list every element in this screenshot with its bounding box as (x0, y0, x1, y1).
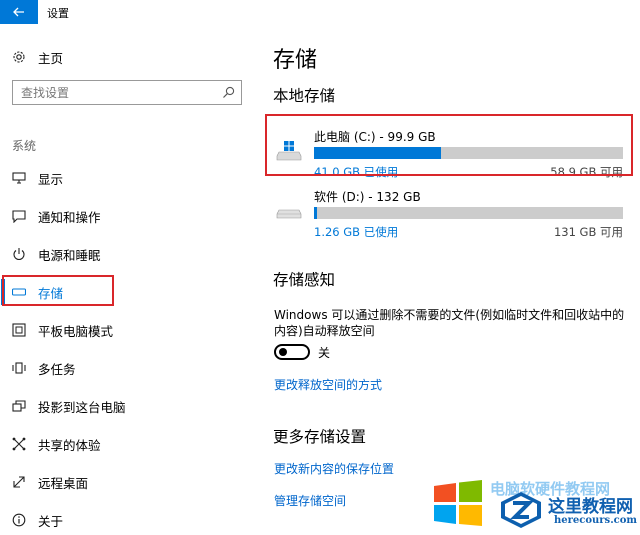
share-icon (11, 436, 27, 452)
drive-used: 1.26 GB 已使用 (314, 225, 399, 239)
search-icon[interactable] (222, 86, 235, 99)
search-input[interactable] (13, 81, 213, 104)
sidebar-item-tablet-mode[interactable]: 平板电脑模式 (0, 313, 252, 347)
remote-desktop-icon (11, 474, 27, 490)
notification-icon (11, 208, 27, 224)
back-arrow-icon (13, 7, 24, 17)
watermark: 电脑软硬件教程网 这里教程网 herecours.com (432, 476, 638, 532)
gear-icon (11, 49, 27, 65)
sidebar-item-notifications[interactable]: 通知和操作 (0, 199, 252, 233)
info-icon (11, 512, 27, 528)
sidebar-item-label: 通知和操作 (38, 209, 101, 225)
toggle-state-label: 关 (318, 346, 331, 360)
search-box (12, 80, 242, 105)
change-save-location-link[interactable]: 更改新内容的保存位置 (274, 460, 394, 477)
watermark-brand: 这里教程网 (548, 497, 633, 517)
highlight-box-drive-c (265, 114, 633, 176)
multitask-icon (11, 360, 27, 376)
title-bar: 设置 (0, 0, 640, 24)
drive-d[interactable]: 软件 (D:) - 132 GB 1.26 GB 已使用 131 GB 可用 (270, 188, 630, 240)
sidebar-item-label: 平板电脑模式 (38, 323, 114, 339)
drive-icon (276, 209, 302, 219)
sidebar-item-label: 显示 (38, 171, 64, 187)
sidebar: 主页 系统 显示 通知和操作 电源和睡眠 存储 (0, 24, 252, 535)
sidebar-item-label: 投影到这台电脑 (38, 399, 126, 415)
sidebar-item-label: 关于 (38, 513, 64, 529)
watermark-url: herecours.com (554, 515, 638, 526)
main-content: 存储 本地存储 此电脑 (C:) - 99.9 GB 41.0 GB 已使用 5… (252, 24, 640, 535)
usage-bar-fill (314, 207, 318, 219)
sidebar-item-multitasking[interactable]: 多任务 (0, 351, 252, 385)
change-free-space-link[interactable]: 更改释放空间的方式 (274, 376, 382, 393)
drive-available: 131 GB 可用 (553, 225, 623, 239)
toggle-knob (279, 348, 287, 356)
storage-sense-toggle[interactable] (274, 344, 310, 360)
sidebar-item-label: 电源和睡眠 (38, 247, 101, 263)
storage-sense-description: Windows 可以通过删除不需要的文件(例如临时文件和回收站中的内容)自动释放… (274, 308, 625, 338)
display-icon (11, 170, 27, 186)
section-heading-local-storage: 本地存储 (273, 87, 336, 105)
sidebar-item-about[interactable]: 关于 (0, 503, 252, 535)
usage-bar (314, 207, 623, 219)
sidebar-item-remote-desktop[interactable]: 远程桌面 (0, 465, 252, 499)
sidebar-home-label: 主页 (38, 50, 64, 66)
back-button[interactable] (0, 0, 38, 24)
highlight-box-storage-nav (2, 275, 114, 306)
sidebar-item-project[interactable]: 投影到这台电脑 (0, 389, 252, 423)
windows-logo-icon (434, 480, 482, 526)
sidebar-item-home[interactable]: 主页 (0, 40, 252, 74)
sidebar-item-shared-experiences[interactable]: 共享的体验 (0, 427, 252, 461)
sidebar-item-label: 多任务 (38, 361, 76, 377)
sidebar-item-label: 远程桌面 (38, 475, 89, 491)
power-icon (11, 246, 27, 262)
tablet-icon (11, 322, 27, 338)
section-label-system: 系统 (12, 139, 37, 153)
drive-name: 软件 (D:) - 132 GB (314, 190, 421, 204)
section-heading-more-storage: 更多存储设置 (273, 428, 367, 446)
page-title: 存储 (273, 48, 318, 73)
sidebar-item-power[interactable]: 电源和睡眠 (0, 237, 252, 271)
window-title: 设置 (47, 7, 69, 20)
sidebar-item-label: 共享的体验 (38, 437, 101, 453)
section-heading-storage-sense: 存储感知 (273, 271, 336, 289)
project-icon (11, 398, 27, 414)
brand-logo-icon (501, 492, 541, 528)
manage-storage-spaces-link[interactable]: 管理存储空间 (274, 492, 346, 509)
sidebar-item-display[interactable]: 显示 (0, 161, 252, 195)
